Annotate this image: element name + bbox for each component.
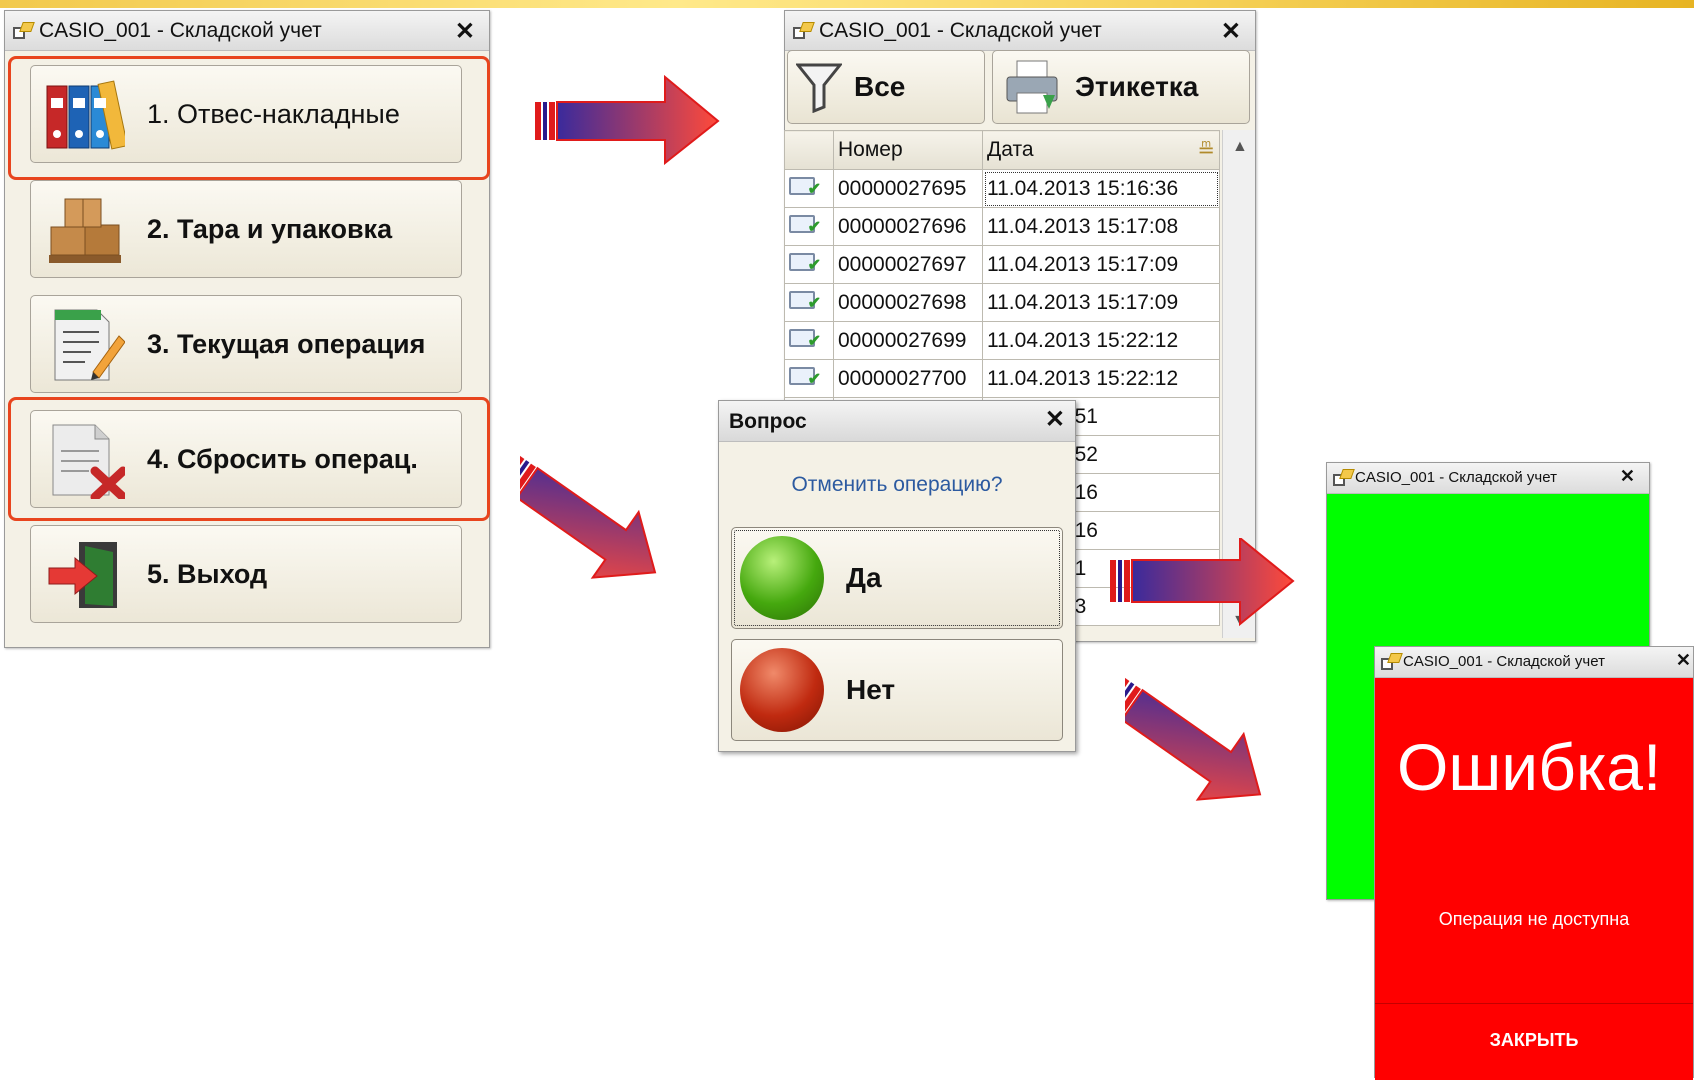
print-label-text: Этикетка [1075, 71, 1199, 102]
close-icon[interactable]: ✕ [455, 17, 475, 46]
menu-label: 5. Выход [147, 558, 268, 589]
no-label: Нет [846, 674, 896, 705]
document-check-icon [789, 328, 821, 351]
row-date: 11.04.2013 15:16:36 [982, 169, 1220, 208]
question-title: Вопрос [729, 410, 807, 433]
yes-label: Да [846, 562, 882, 593]
filter-funnel-icon [796, 63, 842, 113]
error-titlebar: CASIO_001 - Складской учет ✕ [1375, 647, 1693, 678]
slide-top-band [0, 0, 1694, 8]
error-close-button[interactable]: ЗАКРЫТЬ [1375, 1003, 1693, 1080]
error-message: Операция не доступна [1438, 909, 1630, 929]
table-row[interactable]: 0000002770011.04.2013 15:22:12 [784, 359, 1220, 398]
row-number: 00000027696 [833, 207, 983, 246]
table-row[interactable]: 0000002769911.04.2013 15:22:12 [784, 321, 1220, 360]
success-titlebar: CASIO_001 - Складской учет ✕ [1327, 463, 1649, 494]
red-circle-icon [740, 648, 824, 732]
app-icon [1333, 469, 1351, 487]
table-row[interactable]: 0000002769811.04.2013 15:17:09 [784, 283, 1220, 322]
yes-button[interactable]: Да [731, 527, 1063, 629]
error-heading: Ошибка! [1397, 730, 1662, 804]
print-label-button[interactable]: Этикетка [992, 50, 1250, 124]
menu-button-current-operation[interactable]: 3. Текущая операция [30, 295, 462, 393]
close-icon[interactable]: ✕ [1045, 405, 1065, 434]
row-date: 11.04.2013 15:17:08 [982, 207, 1220, 246]
window-title: CASIO_001 - Складской учет [1355, 469, 1557, 486]
menu-label: 2. Тара и упаковка [147, 213, 393, 244]
close-icon[interactable]: ✕ [1676, 650, 1691, 671]
main-menu-titlebar: CASIO_001 - Складской учет ✕ [5, 11, 489, 51]
error-close-label: ЗАКРЫТЬ [1489, 1030, 1579, 1050]
binders-icon [46, 80, 125, 150]
row-number: 00000027700 [833, 359, 983, 398]
flow-arrow-right [535, 75, 720, 165]
row-date: 11.04.2013 15:22:12 [982, 359, 1220, 398]
row-number: 00000027695 [833, 169, 983, 208]
window-title: CASIO_001 - Складской учет [39, 18, 322, 42]
row-number: 00000027698 [833, 283, 983, 322]
flow-arrow-down-right [1125, 677, 1262, 801]
delete-document-icon [52, 424, 125, 499]
app-icon [13, 22, 31, 40]
row-date: 11.04.2013 15:22:12 [982, 321, 1220, 360]
question-dialog: Вопрос ✕ Отменить операцию? Да Нет [718, 400, 1076, 752]
error-window: CASIO_001 - Складской учет ✕ Ошибка! Опе… [1374, 646, 1694, 1080]
menu-label: 1. Отвес-накладные [147, 98, 400, 129]
question-text: Отменить операцию? [791, 473, 1003, 496]
menu-button-invoices[interactable]: 1. Отвес-накладные [30, 65, 462, 163]
app-icon [1381, 653, 1399, 671]
menu-button-packaging[interactable]: 2. Тара и упаковка [30, 180, 462, 278]
row-date: 11.04.2013 15:17:09 [982, 283, 1220, 322]
flow-arrow-down-right [520, 455, 657, 579]
column-header-date[interactable]: Дата ≞ [982, 130, 1220, 170]
app-icon [793, 22, 811, 40]
printer-icon [1006, 60, 1058, 114]
close-icon[interactable]: ✕ [1620, 466, 1635, 487]
exit-door-icon [48, 542, 117, 608]
window-title: CASIO_001 - Складской учет [819, 18, 1102, 42]
document-check-icon [789, 252, 821, 275]
table-row[interactable]: 0000002769711.04.2013 15:17:09 [784, 245, 1220, 284]
column-header-date-label: Дата [987, 137, 1034, 161]
filter-all-button[interactable]: Все [787, 50, 985, 124]
boxes-icon [49, 198, 121, 263]
close-icon[interactable]: ✕ [1221, 17, 1241, 46]
column-header-number[interactable]: Номер [833, 130, 983, 170]
documents-titlebar: CASIO_001 - Складской учет ✕ [785, 11, 1255, 51]
question-titlebar: Вопрос ✕ [719, 401, 1075, 442]
menu-label: 3. Текущая операция [147, 328, 426, 359]
row-number: 00000027699 [833, 321, 983, 360]
scroll-up-icon[interactable]: ▲ [1232, 138, 1248, 156]
row-number: 00000027697 [833, 245, 983, 284]
document-check-icon [789, 290, 821, 313]
document-check-icon [789, 176, 821, 199]
menu-label: 4. Сбросить операц. [147, 443, 418, 474]
menu-button-exit[interactable]: 5. Выход [30, 525, 462, 623]
menu-button-reset-operation[interactable]: 4. Сбросить операц. [30, 410, 462, 508]
row-date: 11.04.2013 15:17:09 [982, 245, 1220, 284]
sort-icon: ≞ [1197, 138, 1215, 162]
flow-arrow-right [1110, 538, 1295, 627]
window-title: CASIO_001 - Складской учет [1403, 653, 1605, 670]
edit-document-icon [54, 309, 125, 381]
table-row[interactable]: 0000002769611.04.2013 15:17:08 [784, 207, 1220, 246]
filter-all-label: Все [854, 71, 906, 102]
no-button[interactable]: Нет [731, 639, 1063, 741]
document-check-icon [789, 214, 821, 237]
table-row[interactable]: 0000002769511.04.2013 15:16:36 [784, 169, 1220, 208]
document-check-icon [789, 366, 821, 389]
green-circle-icon [740, 536, 824, 620]
table-header-row: Номер Дата ≞ [784, 130, 1220, 170]
